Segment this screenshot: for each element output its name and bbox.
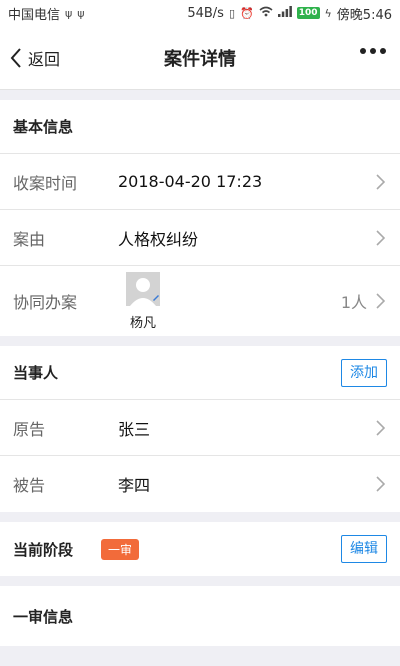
more-dot-icon (370, 48, 376, 54)
edit-stage-button[interactable]: 编辑 (341, 535, 387, 563)
back-button[interactable]: 返回 (0, 46, 60, 70)
status-bar: 中国电信 ψ ψ 54B/s ▯ ⏰ 100 ϟ 傍晚5:46 (0, 0, 400, 26)
chevron-left-icon (10, 47, 21, 68)
network-speed: 54B/s (187, 5, 224, 21)
chevron-right-icon (373, 228, 387, 248)
chevron-right-icon (373, 172, 387, 192)
collab-label: 协同办案 (13, 293, 78, 312)
cause-label: 案由 (13, 229, 46, 249)
vibrate-icon: ▯ (228, 6, 236, 20)
cause-value: 人格权纠纷 (118, 229, 199, 249)
more-dot-icon (360, 48, 366, 54)
receive-time-row[interactable]: 收案时间 2018-04-20 17:23 (0, 154, 400, 210)
avatar (126, 271, 160, 306)
parties-title: 当事人 (13, 364, 59, 382)
collab-member-name: 杨凡 (129, 315, 156, 331)
first-instance-section: 一审信息 (0, 586, 400, 646)
parties-header: 当事人 添加 (0, 346, 400, 400)
more-button[interactable] (360, 48, 386, 54)
collab-member[interactable]: 杨凡 (123, 271, 163, 331)
defendant-row[interactable]: 被告 李四 (0, 456, 400, 512)
usb-icon-2: ψ (77, 6, 85, 20)
plaintiff-row[interactable]: 原告 张三 (0, 400, 400, 456)
plaintiff-label: 原告 (13, 419, 46, 439)
defendant-value: 李四 (118, 476, 151, 495)
stage-title: 当前阶段 (13, 540, 74, 559)
more-dot-icon (380, 48, 386, 54)
stage-header: 当前阶段 一审 编辑 (0, 522, 400, 576)
collab-count: 1人 (340, 293, 367, 312)
clock: 傍晚5:46 (336, 7, 392, 23)
alarm-icon: ⏰ (240, 6, 254, 20)
cause-row[interactable]: 案由 人格权纠纷 (0, 210, 400, 266)
receive-time-label: 收案时间 (13, 173, 78, 193)
chevron-right-icon (373, 418, 387, 438)
back-label: 返回 (28, 49, 61, 69)
collab-row[interactable]: 协同办案 杨凡 1人 (0, 266, 400, 336)
first-instance-header: 一审信息 (13, 607, 74, 626)
stage-badge: 一审 (101, 538, 140, 560)
chevron-right-icon (373, 291, 387, 311)
defendant-label: 被告 (13, 476, 46, 495)
nav-bar: 返回 案件详情 (0, 26, 400, 90)
basic-info-header: 基本信息 (0, 100, 400, 154)
battery-icon: 100 (296, 7, 320, 19)
stage-section: 当前阶段 一审 编辑 (0, 522, 400, 576)
wifi-icon (259, 6, 273, 20)
parties-section: 当事人 添加 原告 张三 被告 李四 (0, 346, 400, 512)
plaintiff-value: 张三 (118, 419, 151, 439)
chevron-right-icon (373, 474, 387, 494)
user-placeholder-icon (126, 271, 160, 306)
usb-icon: ψ (65, 6, 73, 20)
receive-time-value: 2018-04-20 17:23 (118, 172, 263, 191)
signal-icon (277, 6, 292, 20)
carrier-label: 中国电信 (8, 7, 61, 23)
charging-icon: ϟ (324, 6, 332, 20)
basic-info-section: 基本信息 收案时间 2018-04-20 17:23 案由 人格权纠纷 协同办案 (0, 100, 400, 336)
add-party-button[interactable]: 添加 (341, 358, 387, 387)
